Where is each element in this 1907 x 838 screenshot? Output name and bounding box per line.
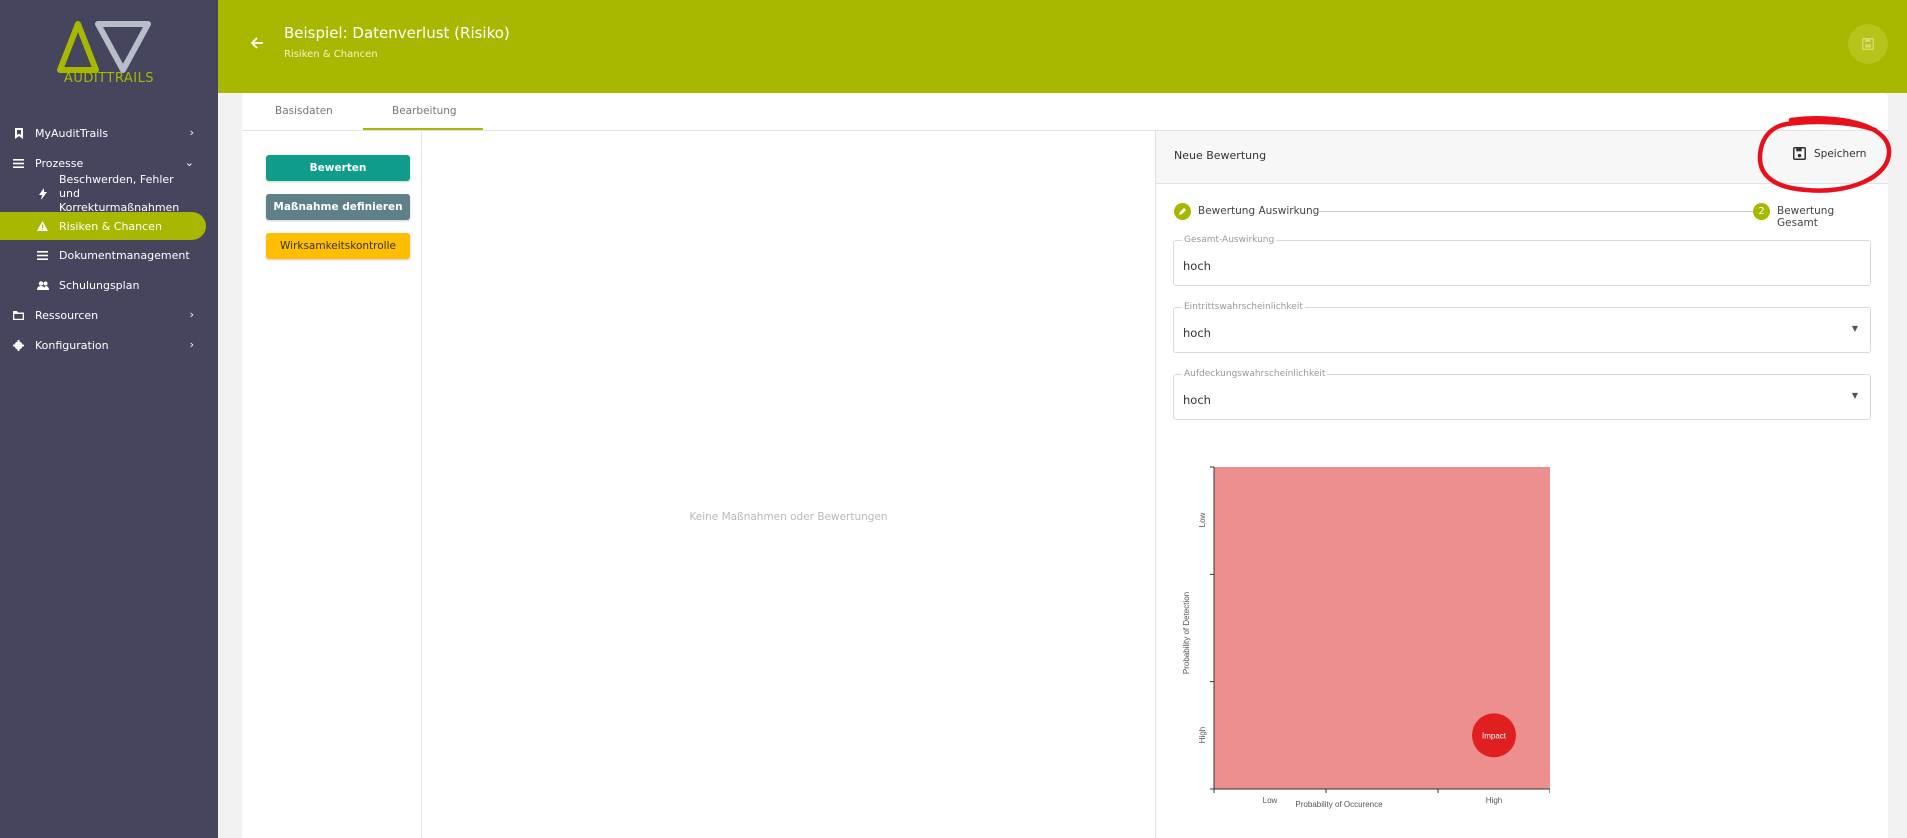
bewerten-button[interactable]: Bewerten — [266, 155, 410, 181]
sidebar-item-ressourcen[interactable]: Ressourcen › — [0, 300, 218, 330]
panel-title: Neue Bewertung — [1174, 149, 1267, 162]
y-tick-label: High — [1198, 727, 1207, 743]
people-icon — [36, 279, 49, 292]
sidebar-item-beschwerden[interactable]: Beschwerden, Fehler und Korrekturmaßnahm… — [0, 173, 218, 214]
chart-x-axis-label: Probability of Occurence — [1295, 800, 1383, 809]
highlight-circle-annotation — [1757, 116, 1892, 193]
empty-state-message: Keine Maßnahmen oder Bewertungen — [689, 511, 888, 523]
field-label: Aufdeckungswahrscheinlichkeit — [1182, 369, 1328, 379]
sidebar-item-label: Schulungsplan — [59, 278, 140, 292]
field-value: hoch — [1183, 326, 1211, 340]
sidebar-item-label: Beschwerden, Fehler und Korrekturmaßnahm… — [59, 173, 180, 214]
active-tab-indicator — [363, 128, 483, 130]
stepper: Bewertung Auswirkung 2 Bewertung Gesamt — [1174, 203, 1870, 229]
sidebar-item-label: MyAuditTrails — [35, 126, 109, 140]
content-card: Basisdaten Bearbeitung Bewerten Maßnahme… — [242, 93, 1888, 838]
sidebar-item-label: Risiken & Chancen — [59, 219, 162, 233]
save-icon — [1862, 38, 1874, 50]
aufdeckungswahrscheinlichkeit-select[interactable]: Aufdeckungswahrscheinlichkeit hoch ▼ — [1173, 369, 1871, 420]
sidebar-item-label: Ressourcen — [35, 308, 99, 322]
tab-bar: Basisdaten Bearbeitung — [242, 93, 1888, 131]
chevron-down-icon: ⌄ — [184, 156, 194, 169]
field-value: hoch — [1183, 393, 1211, 407]
action-column: Bewerten Maßnahme definieren Wirksamkeit… — [242, 131, 422, 838]
gesamt-auswirkung-field[interactable]: Gesamt-Auswirkung hoch — [1173, 235, 1871, 286]
step-1-edit-icon[interactable] — [1174, 203, 1191, 220]
menu-icon — [12, 157, 25, 170]
x-tick-label: High — [1486, 796, 1502, 805]
dropdown-caret-icon: ▼ — [1851, 391, 1858, 400]
step-1-label[interactable]: Bewertung Auswirkung — [1198, 205, 1319, 217]
massnahme-definieren-button[interactable]: Maßnahme definieren — [266, 194, 410, 220]
dropdown-caret-icon: ▼ — [1851, 324, 1858, 333]
page-title: Beispiel: Datenverlust (Risiko) — [284, 24, 510, 42]
wirksamkeitskontrolle-button[interactable]: Wirksamkeitskontrolle — [266, 233, 410, 259]
step-2-label[interactable]: Bewertung Gesamt — [1777, 205, 1870, 229]
field-label: Eintrittswahrscheinlichkeit — [1182, 302, 1305, 312]
risk-matrix-chart: Probability of Detection Probability of … — [1182, 466, 1550, 809]
chevron-right-icon: › — [189, 126, 194, 139]
x-tick-label: Low — [1263, 796, 1278, 805]
list-icon — [36, 249, 49, 262]
tab-bearbeitung[interactable]: Bearbeitung — [392, 105, 457, 117]
sidebar-nav: MyAuditTrails › Prozesse ⌄ Beschwerden, … — [0, 118, 218, 360]
sidebar-item-label: Konfiguration — [35, 338, 109, 352]
measures-list: Keine Maßnahmen oder Bewertungen — [422, 131, 1156, 838]
folder-icon — [12, 309, 25, 322]
step-2-number[interactable]: 2 — [1753, 203, 1770, 220]
sidebar-item-label: Dokumentmanagement — [59, 248, 190, 262]
sidebar-item-dokumentmanagement[interactable]: Dokumentmanagement — [0, 240, 218, 270]
logo-text-audit: AUDIT — [63, 71, 107, 86]
y-tick-label: Low — [1198, 512, 1207, 527]
chart-y-axis-label: Probability of Detection — [1182, 592, 1191, 674]
sidebar-item-schulungsplan[interactable]: Schulungsplan — [0, 270, 218, 300]
header-save-button[interactable] — [1848, 24, 1888, 64]
warning-icon — [36, 220, 49, 233]
sidebar-item-konfiguration[interactable]: Konfiguration › — [0, 330, 218, 360]
chevron-right-icon: › — [189, 308, 194, 321]
back-arrow-icon[interactable] — [250, 34, 264, 55]
field-value: hoch — [1183, 259, 1211, 273]
gear-icon — [12, 339, 25, 352]
sidebar-item-label: Prozesse — [35, 156, 84, 170]
bookmark-icon — [12, 127, 25, 140]
impact-marker-label: Impact — [1482, 731, 1507, 740]
page-header — [218, 0, 1907, 93]
sidebar-item-myaudittrails[interactable]: MyAuditTrails › — [0, 118, 218, 148]
chevron-right-icon: › — [189, 338, 194, 351]
sidebar-item-risiken[interactable]: Risiken & Chancen — [0, 212, 206, 240]
assessment-panel: Neue Bewertung Speichern Bewertung Auswi… — [1156, 131, 1888, 838]
logo-text-trails: TRAILS — [106, 71, 155, 86]
page-subtitle: Risiken & Chancen — [284, 49, 378, 60]
logo-text: AUDITTRAILS — [0, 71, 218, 86]
bolt-icon — [36, 188, 49, 201]
step-connector — [1319, 211, 1756, 212]
sidebar: AUDITTRAILS MyAuditTrails › Prozesse ⌄ B… — [0, 0, 218, 838]
field-label: Gesamt-Auswirkung — [1182, 235, 1277, 245]
eintrittswahrscheinlichkeit-select[interactable]: Eintrittswahrscheinlichkeit hoch ▼ — [1173, 302, 1871, 353]
tab-basisdaten[interactable]: Basisdaten — [275, 105, 333, 117]
